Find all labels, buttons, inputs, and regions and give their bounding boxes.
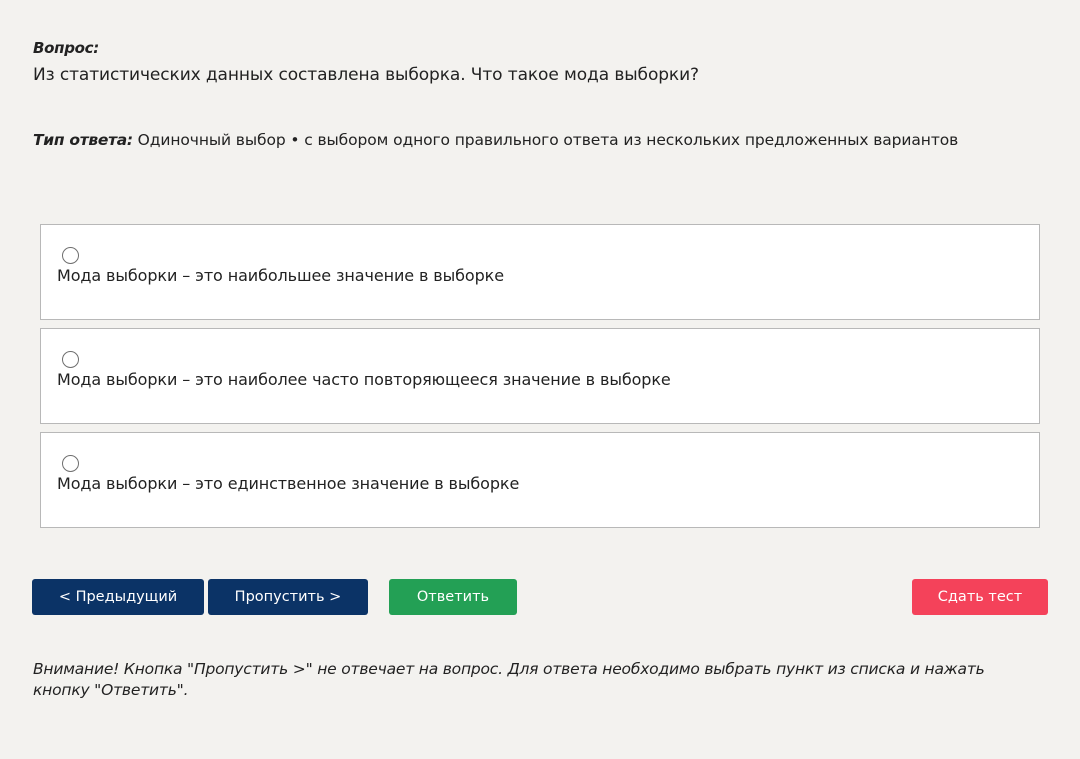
options-list: Мода выборки – это наибольшее значение в… (40, 224, 1040, 536)
option-text: Мода выборки – это единственное значение… (57, 474, 520, 493)
notice-text: Внимание! Кнопка "Пропустить >" не отвеч… (33, 660, 985, 699)
option-text: Мода выборки – это наибольшее значение в… (57, 266, 504, 285)
radio-button[interactable] (62, 247, 79, 264)
question-text: Из статистических данных составлена выбо… (33, 65, 699, 85)
submit-test-button[interactable]: Сдать тест (912, 579, 1048, 615)
skip-button[interactable]: Пропустить > (208, 579, 368, 615)
option-item[interactable]: Мода выборки – это наиболее часто повтор… (40, 328, 1040, 424)
previous-button[interactable]: < Предыдущий (32, 579, 204, 615)
radio-button[interactable] (62, 351, 79, 368)
answer-type-value: Одиночный выбор • с выбором одного прави… (132, 131, 959, 149)
option-item[interactable]: Мода выборки – это единственное значение… (40, 432, 1040, 528)
option-item[interactable]: Мода выборки – это наибольшее значение в… (40, 224, 1040, 320)
radio-button[interactable] (62, 455, 79, 472)
option-text: Мода выборки – это наиболее часто повтор… (57, 370, 671, 389)
question-label: Вопрос: (33, 39, 99, 57)
answer-type-label: Тип ответа: (33, 131, 133, 149)
answer-type: Тип ответа: Одиночный выбор • с выбором … (33, 131, 958, 149)
answer-button[interactable]: Ответить (389, 579, 517, 615)
